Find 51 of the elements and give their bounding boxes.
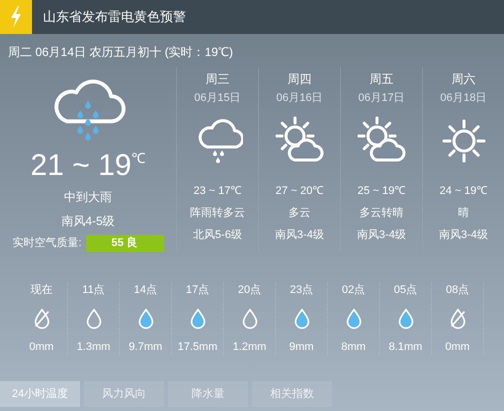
air-quality-label: 实时空气质量: [12, 236, 82, 252]
chart-tab[interactable]: 降水量 [168, 381, 248, 407]
rain-amount: 8mm [341, 340, 366, 354]
date-label: 06月16日 [276, 91, 323, 106]
alert-title: 山东省发布雷电黄色预警 [43, 8, 186, 26]
condition-text: 中到大雨 [64, 189, 112, 206]
temperature-range: 24 ~ 19℃ [439, 184, 488, 198]
hour-label: 现在 [30, 283, 52, 298]
date-label: 06月18日 [440, 91, 487, 106]
rain-amount: 9mm [289, 340, 314, 354]
temperature-unit: ℃ [131, 150, 146, 166]
date-line: 周二 06月14日 农历五月初十 (实时：19℃) [8, 44, 234, 61]
condition-text: 阵雨转多云 [190, 206, 245, 221]
rain-amount: 9.7mm [128, 340, 162, 354]
rain-amount: 1.2mm [232, 340, 266, 354]
hour-label: 11点 [82, 282, 105, 298]
weekday-label: 周五 [370, 71, 394, 88]
condition-text: 晴 [458, 206, 469, 221]
rain-amount: 0mm [445, 340, 470, 354]
date-label: 06月15日 [194, 91, 241, 106]
lightning-icon [9, 6, 23, 28]
rain-amount: 1.3mm [76, 340, 110, 354]
temperature-range: 25 ~ 19℃ [357, 184, 406, 198]
weekday-label: 周六 [452, 71, 476, 88]
chart-tab[interactable]: 风力风向 [84, 381, 164, 407]
hour-label: 17点 [186, 282, 210, 298]
wind-text: 南风3-4级 [275, 228, 324, 242]
temperature-range: 23 ~ 17℃ [193, 184, 242, 198]
date-label: 06月17日 [358, 91, 405, 106]
hour-label: 02点 [342, 282, 366, 298]
wind-text: 北风5-6级 [193, 228, 242, 242]
wind-text: 南风3-4级 [439, 228, 488, 242]
condition-text: 多云 [288, 206, 310, 221]
hour-label: 23点 [290, 282, 314, 298]
condition-text: 多云转晴 [360, 206, 404, 221]
air-quality-badge: 55 良 [86, 235, 164, 252]
hour-label: 08点 [446, 282, 470, 298]
temperature-range: 21 ~ 19 [30, 150, 132, 182]
chart-tab[interactable]: 24小时温度 [0, 381, 80, 407]
wind-text: 南风3-4级 [357, 228, 406, 242]
hour-label: 20点 [238, 282, 262, 298]
chart-tab[interactable]: 相关指数 [252, 381, 332, 407]
rain-amount: 0mm [29, 340, 54, 354]
hour-label: 14点 [134, 282, 158, 298]
weekday-label: 周四 [288, 71, 312, 88]
hour-label: 05点 [394, 282, 418, 298]
temperature-range: 27 ~ 20℃ [275, 184, 324, 198]
wind-text: 南风4-5级 [61, 213, 115, 230]
weekday-label: 周三 [206, 71, 230, 88]
rain-amount: 17.5mm [178, 340, 218, 354]
rain-amount: 8.1mm [388, 340, 422, 354]
